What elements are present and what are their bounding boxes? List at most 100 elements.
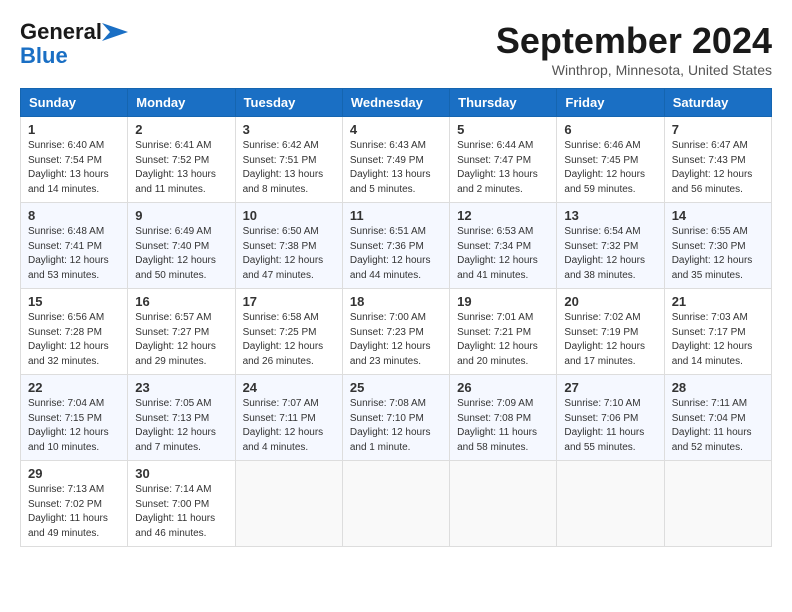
calendar-cell: 10 Sunrise: 6:50 AMSunset: 7:38 PMDayligh…	[235, 203, 342, 289]
day-number: 25	[350, 380, 442, 395]
day-number: 9	[135, 208, 227, 223]
day-number: 15	[28, 294, 120, 309]
col-header-thursday: Thursday	[450, 89, 557, 117]
calendar-week-row: 8 Sunrise: 6:48 AMSunset: 7:41 PMDaylight…	[21, 203, 772, 289]
day-info: Sunrise: 7:08 AMSunset: 7:10 PMDaylight:…	[350, 397, 442, 455]
day-info: Sunrise: 6:57 AMSunset: 7:27 PMDaylight:…	[135, 311, 227, 369]
day-number: 1	[28, 122, 120, 137]
logo-general: General	[20, 19, 102, 44]
day-number: 6	[564, 122, 656, 137]
col-header-friday: Friday	[557, 89, 664, 117]
day-info: Sunrise: 6:46 AMSunset: 7:45 PMDaylight:…	[564, 139, 656, 197]
col-header-sunday: Sunday	[21, 89, 128, 117]
calendar-cell: 8 Sunrise: 6:48 AMSunset: 7:41 PMDaylight…	[21, 203, 128, 289]
calendar-cell: 29Sunrise: 7:13 AMSunset: 7:02 PMDayligh…	[21, 461, 128, 547]
logo-text: General	[20, 20, 102, 44]
location-title: Winthrop, Minnesota, United States	[496, 62, 772, 78]
day-number: 29	[28, 466, 120, 481]
day-info: Sunrise: 6:44 AMSunset: 7:47 PMDaylight:…	[457, 139, 549, 197]
calendar-cell: 22 Sunrise: 7:04 AMSunset: 7:15 PMDayligh…	[21, 375, 128, 461]
header: General Blue September 2024 Winthrop, Mi…	[20, 20, 772, 78]
title-area: September 2024 Winthrop, Minnesota, Unit…	[496, 20, 772, 78]
day-info: Sunrise: 7:10 AMSunset: 7:06 PMDaylight:…	[564, 397, 656, 455]
day-info: Sunrise: 7:03 AMSunset: 7:17 PMDaylight:…	[672, 311, 764, 369]
day-info: Sunrise: 6:49 AMSunset: 7:40 PMDaylight:…	[135, 225, 227, 283]
logo-arrow-icon	[102, 23, 128, 41]
col-header-wednesday: Wednesday	[342, 89, 449, 117]
calendar-cell: 4Sunrise: 6:43 AMSunset: 7:49 PMDaylight…	[342, 117, 449, 203]
day-number: 3	[243, 122, 335, 137]
calendar-week-row: 15 Sunrise: 6:56 AMSunset: 7:28 PMDayligh…	[21, 289, 772, 375]
calendar-cell: 2 Sunrise: 6:41 AMSunset: 7:52 PMDaylight…	[128, 117, 235, 203]
day-info: Sunrise: 6:55 AMSunset: 7:30 PMDaylight:…	[672, 225, 764, 283]
day-number: 2	[135, 122, 227, 137]
calendar-cell: 12 Sunrise: 6:53 AMSunset: 7:34 PMDayligh…	[450, 203, 557, 289]
calendar-cell: 1 Sunrise: 6:40 AMSunset: 7:54 PMDaylight…	[21, 117, 128, 203]
day-info: Sunrise: 7:00 AMSunset: 7:23 PMDaylight:…	[350, 311, 442, 369]
logo-blue: Blue	[20, 43, 68, 68]
day-info: Sunrise: 6:40 AMSunset: 7:54 PMDaylight:…	[28, 139, 120, 197]
day-number: 24	[243, 380, 335, 395]
day-number: 27	[564, 380, 656, 395]
day-info: Sunrise: 6:50 AMSunset: 7:38 PMDaylight:…	[243, 225, 335, 283]
day-number: 22	[28, 380, 120, 395]
day-info: Sunrise: 7:11 AMSunset: 7:04 PMDaylight:…	[672, 397, 764, 455]
calendar-cell	[235, 461, 342, 547]
calendar-cell	[664, 461, 771, 547]
day-number: 13	[564, 208, 656, 223]
calendar-cell	[342, 461, 449, 547]
day-number: 8	[28, 208, 120, 223]
day-info: Sunrise: 6:54 AMSunset: 7:32 PMDaylight:…	[564, 225, 656, 283]
day-number: 20	[564, 294, 656, 309]
calendar: SundayMondayTuesdayWednesdayThursdayFrid…	[20, 88, 772, 547]
calendar-cell: 25 Sunrise: 7:08 AMSunset: 7:10 PMDayligh…	[342, 375, 449, 461]
day-number: 12	[457, 208, 549, 223]
day-info: Sunrise: 7:01 AMSunset: 7:21 PMDaylight:…	[457, 311, 549, 369]
day-number: 28	[672, 380, 764, 395]
day-info: Sunrise: 6:43 AMSunset: 7:49 PMDaylight:…	[350, 139, 442, 197]
calendar-cell: 5 Sunrise: 6:44 AMSunset: 7:47 PMDaylight…	[450, 117, 557, 203]
day-number: 19	[457, 294, 549, 309]
calendar-cell: 14 Sunrise: 6:55 AMSunset: 7:30 PMDayligh…	[664, 203, 771, 289]
calendar-week-row: 22 Sunrise: 7:04 AMSunset: 7:15 PMDayligh…	[21, 375, 772, 461]
calendar-week-row: 1 Sunrise: 6:40 AMSunset: 7:54 PMDaylight…	[21, 117, 772, 203]
calendar-week-row: 29Sunrise: 7:13 AMSunset: 7:02 PMDayligh…	[21, 461, 772, 547]
calendar-cell: 9 Sunrise: 6:49 AMSunset: 7:40 PMDaylight…	[128, 203, 235, 289]
day-number: 5	[457, 122, 549, 137]
day-number: 7	[672, 122, 764, 137]
day-info: Sunrise: 6:41 AMSunset: 7:52 PMDaylight:…	[135, 139, 227, 197]
day-info: Sunrise: 6:53 AMSunset: 7:34 PMDaylight:…	[457, 225, 549, 283]
calendar-cell: 6 Sunrise: 6:46 AMSunset: 7:45 PMDaylight…	[557, 117, 664, 203]
day-info: Sunrise: 7:07 AMSunset: 7:11 PMDaylight:…	[243, 397, 335, 455]
calendar-cell: 13 Sunrise: 6:54 AMSunset: 7:32 PMDayligh…	[557, 203, 664, 289]
day-info: Sunrise: 6:56 AMSunset: 7:28 PMDaylight:…	[28, 311, 120, 369]
day-info: Sunrise: 6:48 AMSunset: 7:41 PMDaylight:…	[28, 225, 120, 283]
col-header-monday: Monday	[128, 89, 235, 117]
day-info: Sunrise: 6:58 AMSunset: 7:25 PMDaylight:…	[243, 311, 335, 369]
day-info: Sunrise: 7:04 AMSunset: 7:15 PMDaylight:…	[28, 397, 120, 455]
calendar-cell: 16 Sunrise: 6:57 AMSunset: 7:27 PMDayligh…	[128, 289, 235, 375]
calendar-cell: 15 Sunrise: 6:56 AMSunset: 7:28 PMDayligh…	[21, 289, 128, 375]
calendar-cell: 24 Sunrise: 7:07 AMSunset: 7:11 PMDayligh…	[235, 375, 342, 461]
calendar-cell: 26Sunrise: 7:09 AMSunset: 7:08 PMDayligh…	[450, 375, 557, 461]
calendar-cell: 17 Sunrise: 6:58 AMSunset: 7:25 PMDayligh…	[235, 289, 342, 375]
day-info: Sunrise: 6:51 AMSunset: 7:36 PMDaylight:…	[350, 225, 442, 283]
calendar-cell: 30Sunrise: 7:14 AMSunset: 7:00 PMDayligh…	[128, 461, 235, 547]
calendar-cell: 27 Sunrise: 7:10 AMSunset: 7:06 PMDayligh…	[557, 375, 664, 461]
day-number: 17	[243, 294, 335, 309]
calendar-cell: 18 Sunrise: 7:00 AMSunset: 7:23 PMDayligh…	[342, 289, 449, 375]
calendar-cell: 28 Sunrise: 7:11 AMSunset: 7:04 PMDayligh…	[664, 375, 771, 461]
day-info: Sunrise: 6:42 AMSunset: 7:51 PMDaylight:…	[243, 139, 335, 197]
day-number: 18	[350, 294, 442, 309]
day-info: Sunrise: 6:47 AMSunset: 7:43 PMDaylight:…	[672, 139, 764, 197]
day-number: 26	[457, 380, 549, 395]
col-header-tuesday: Tuesday	[235, 89, 342, 117]
calendar-cell: 19 Sunrise: 7:01 AMSunset: 7:21 PMDayligh…	[450, 289, 557, 375]
day-number: 10	[243, 208, 335, 223]
calendar-cell	[450, 461, 557, 547]
day-number: 14	[672, 208, 764, 223]
col-header-saturday: Saturday	[664, 89, 771, 117]
day-info: Sunrise: 7:14 AMSunset: 7:00 PMDaylight:…	[135, 483, 227, 541]
day-number: 16	[135, 294, 227, 309]
calendar-cell: 3 Sunrise: 6:42 AMSunset: 7:51 PMDaylight…	[235, 117, 342, 203]
